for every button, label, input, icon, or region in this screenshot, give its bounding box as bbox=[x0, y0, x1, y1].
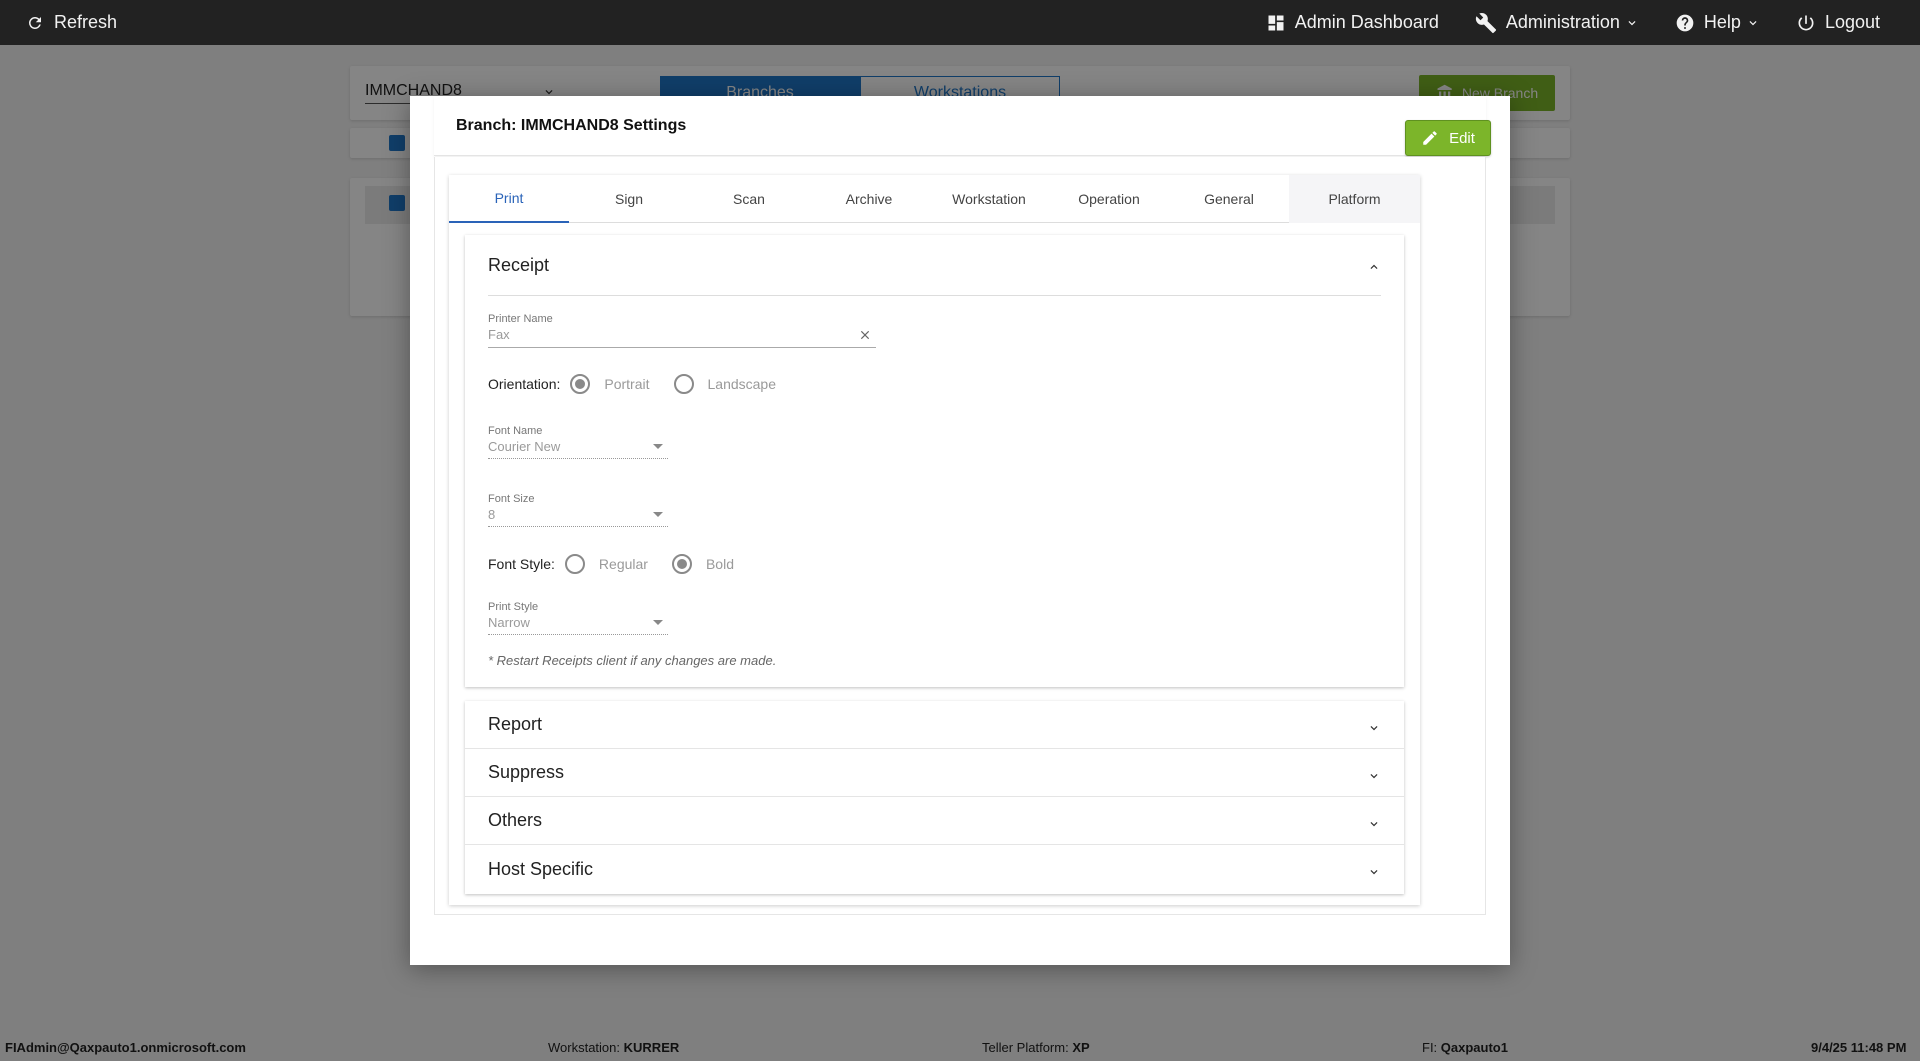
restart-note: * Restart Receipts client if any changes… bbox=[488, 653, 777, 668]
admin-dashboard-link[interactable]: Admin Dashboard bbox=[1266, 12, 1439, 33]
chevron-up-icon bbox=[1370, 264, 1378, 269]
administration-label: Administration bbox=[1505, 12, 1620, 32]
tab-sign[interactable]: Sign bbox=[569, 175, 689, 223]
status-user: FIAdmin@Qaxpauto1.onmicrosoft.com bbox=[5, 1040, 246, 1055]
help-label: Help bbox=[1703, 12, 1741, 32]
portrait-label: Portrait bbox=[604, 376, 650, 392]
landscape-label: Landscape bbox=[707, 376, 777, 392]
settings-tabbar: Print Sign Scan Archive Workstation Oper… bbox=[449, 175, 1420, 223]
receipt-panel: Receipt Printer Name Fax Orientation: Po… bbox=[465, 235, 1404, 687]
print-style-label: Print Style bbox=[488, 601, 539, 613]
orientation-label: Orientation: bbox=[488, 376, 561, 392]
section-others-label: Others bbox=[488, 810, 543, 830]
section-suppress[interactable]: Suppress bbox=[465, 749, 1404, 797]
regular-label: Regular bbox=[598, 556, 648, 572]
modal-header: Branch: IMMCHAND8 Settings bbox=[434, 96, 1486, 156]
portrait-radio[interactable] bbox=[570, 374, 591, 394]
printer-name-value[interactable]: Fax bbox=[488, 327, 510, 342]
chevron-down-icon bbox=[1370, 774, 1378, 779]
edit-label: Edit bbox=[1449, 129, 1475, 147]
chevron-down-icon bbox=[1370, 822, 1378, 827]
status-platform: Teller Platform: XP bbox=[982, 1040, 1090, 1055]
status-fi: FI: Qaxpauto1 bbox=[1422, 1040, 1508, 1055]
tab-archive[interactable]: Archive bbox=[809, 175, 929, 223]
chevron-down-icon bbox=[1370, 726, 1378, 731]
divider bbox=[488, 295, 1381, 296]
print-style-underline bbox=[488, 634, 668, 635]
help-menu[interactable]: Help bbox=[1675, 12, 1760, 33]
collapsed-sections: Report Suppress Others Host Specific bbox=[465, 701, 1404, 894]
font-style-label: Font Style: bbox=[488, 556, 555, 572]
font-name-select[interactable]: Courier New bbox=[488, 439, 560, 454]
refresh-button[interactable]: Refresh bbox=[26, 12, 117, 33]
admin-dashboard-label: Admin Dashboard bbox=[1294, 12, 1439, 32]
wrench-icon bbox=[1475, 12, 1496, 33]
status-bar: FIAdmin@Qaxpauto1.onmicrosoft.com Workst… bbox=[0, 1036, 1920, 1061]
tab-workstation[interactable]: Workstation bbox=[929, 175, 1049, 223]
refresh-label: Refresh bbox=[54, 12, 118, 32]
dropdown-arrow-icon bbox=[653, 512, 663, 517]
logout-label: Logout bbox=[1824, 12, 1880, 32]
tab-scan[interactable]: Scan bbox=[689, 175, 809, 223]
printer-name-underline bbox=[488, 347, 876, 348]
help-icon bbox=[1676, 14, 1694, 31]
tab-general[interactable]: General bbox=[1169, 175, 1289, 223]
chevron-down-icon bbox=[1370, 870, 1378, 875]
tab-operation[interactable]: Operation bbox=[1049, 175, 1169, 223]
dashboard-icon bbox=[1268, 15, 1284, 30]
dropdown-arrow-icon bbox=[653, 620, 663, 625]
receipt-panel-header[interactable]: Receipt bbox=[465, 235, 1404, 296]
font-size-select[interactable]: 8 bbox=[488, 507, 495, 522]
modal-title: Branch: IMMCHAND8 Settings bbox=[456, 116, 687, 134]
landscape-radio[interactable] bbox=[673, 374, 694, 394]
pencil-icon bbox=[1423, 131, 1437, 145]
printer-name-label: Printer Name bbox=[488, 313, 553, 325]
section-host-specific[interactable]: Host Specific bbox=[465, 845, 1404, 893]
settings-tabs-card: Print Sign Scan Archive Workstation Oper… bbox=[449, 175, 1420, 905]
edit-button[interactable]: Edit bbox=[1405, 120, 1491, 156]
tab-platform[interactable]: Platform bbox=[1289, 175, 1420, 223]
print-style-select[interactable]: Narrow bbox=[488, 615, 530, 630]
font-name-label: Font Name bbox=[488, 425, 543, 437]
clear-icon[interactable] bbox=[858, 328, 872, 342]
logout-button[interactable]: Logout bbox=[1796, 12, 1880, 33]
refresh-icon bbox=[28, 16, 41, 29]
font-size-underline bbox=[488, 526, 668, 527]
chevron-down-icon bbox=[1628, 20, 1636, 25]
section-suppress-label: Suppress bbox=[488, 762, 565, 782]
section-others[interactable]: Others bbox=[465, 797, 1404, 845]
receipt-heading: Receipt bbox=[488, 255, 550, 275]
chevron-down-icon bbox=[1749, 20, 1757, 25]
bold-radio[interactable] bbox=[671, 554, 692, 574]
font-name-underline bbox=[488, 458, 668, 459]
regular-radio[interactable] bbox=[564, 554, 585, 574]
status-workstation: Workstation: KURRER bbox=[548, 1040, 680, 1055]
top-nav-bar: Refresh Admin Dashboard Administration H… bbox=[0, 0, 1920, 45]
tab-print[interactable]: Print bbox=[449, 175, 569, 223]
dropdown-arrow-icon bbox=[653, 444, 663, 449]
bold-label: Bold bbox=[705, 556, 734, 572]
font-size-label: Font Size bbox=[488, 493, 535, 505]
section-host-specific-label: Host Specific bbox=[488, 858, 594, 879]
orientation-group: Orientation: Portrait Landscape bbox=[488, 374, 800, 394]
administration-menu[interactable]: Administration bbox=[1475, 12, 1639, 34]
section-report[interactable]: Report bbox=[465, 701, 1404, 749]
status-datetime: 9/4/25 11:48 PM bbox=[1811, 1040, 1907, 1055]
power-icon bbox=[1798, 15, 1814, 30]
section-report-label: Report bbox=[488, 714, 543, 734]
font-style-group: Font Style: Regular Bold bbox=[488, 554, 758, 574]
